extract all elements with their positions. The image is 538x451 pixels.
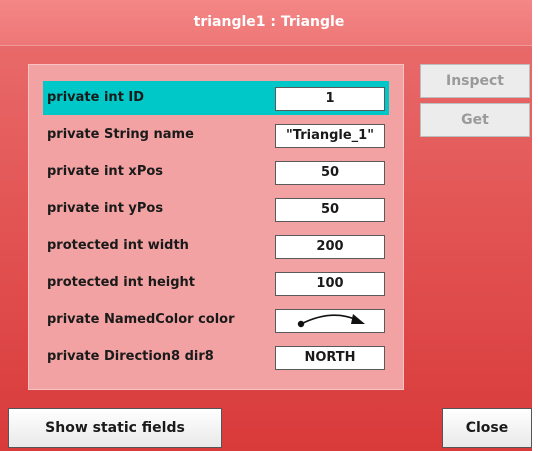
close-button[interactable]: Close <box>442 408 532 448</box>
field-value: 50 <box>275 198 385 222</box>
field-value: "Triangle_1" <box>275 124 385 148</box>
field-row-ypos[interactable]: private int yPos 50 <box>43 192 389 226</box>
field-value: 100 <box>275 272 385 296</box>
field-row-dir8[interactable]: private Direction8 dir8 NORTH <box>43 340 389 374</box>
field-row-width[interactable]: protected int width 200 <box>43 229 389 263</box>
field-label: private int ID <box>47 90 145 105</box>
field-label: protected int height <box>47 275 196 290</box>
field-row-name[interactable]: private String name "Triangle_1" <box>43 118 389 152</box>
field-label: protected int width <box>47 238 189 253</box>
field-value: 1 <box>275 87 385 111</box>
show-static-fields-button[interactable]: Show static fields <box>8 408 222 448</box>
fields-panel: private int ID 1 private String name "Tr… <box>28 64 404 390</box>
inspect-button[interactable]: Inspect <box>420 64 530 98</box>
field-label: private int yPos <box>47 201 164 216</box>
field-row-height[interactable]: protected int height 100 <box>43 266 389 300</box>
window-title: triangle1 : Triangle <box>0 0 538 46</box>
field-row-xpos[interactable]: private int xPos 50 <box>43 155 389 189</box>
window-edge <box>532 0 538 451</box>
field-label: private int xPos <box>47 164 164 179</box>
field-value[interactable] <box>275 309 385 333</box>
object-inspector-window: triangle1 : Triangle private int ID 1 pr… <box>0 0 538 451</box>
field-value: NORTH <box>275 346 385 370</box>
field-value: 50 <box>275 161 385 185</box>
field-label: private NamedColor color <box>47 312 235 327</box>
field-label: private String name <box>47 127 194 142</box>
object-reference-arrow-icon <box>297 314 365 328</box>
field-row-color[interactable]: private NamedColor color <box>43 303 389 337</box>
get-button[interactable]: Get <box>420 103 530 137</box>
field-row-id[interactable]: private int ID 1 <box>43 81 389 115</box>
field-label: private Direction8 dir8 <box>47 349 214 364</box>
field-value: 200 <box>275 235 385 259</box>
